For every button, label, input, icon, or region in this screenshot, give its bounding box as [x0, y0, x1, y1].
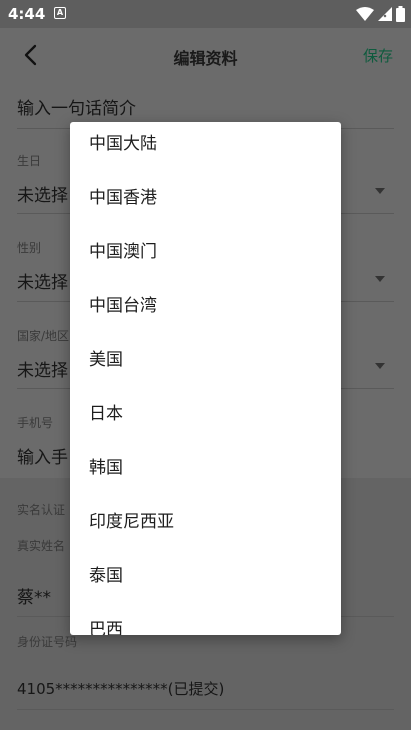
battery-icon — [396, 6, 405, 22]
system-icons — [356, 5, 405, 23]
real-name-value: 蔡** — [17, 588, 51, 608]
region-option[interactable]: 泰国 — [70, 549, 341, 603]
region-option[interactable]: 美国 — [70, 333, 341, 387]
status-time: 4:44 — [8, 5, 46, 23]
phone-input[interactable]: 输入手 — [17, 443, 68, 468]
region-picker-dialog[interactable]: 中国大陆 中国香港 中国澳门 中国台湾 美国 日本 韩国 印度尼西亚 泰国 巴西 — [70, 122, 341, 635]
id-number-value: 4105***************(已提交) — [17, 680, 225, 698]
chevron-down-icon — [375, 188, 385, 194]
chevron-down-icon — [375, 363, 385, 369]
wifi-icon — [356, 7, 374, 21]
region-option-list[interactable]: 中国大陆 中国香港 中国澳门 中国台湾 美国 日本 韩国 印度尼西亚 泰国 巴西 — [70, 122, 341, 635]
signal-icon — [378, 7, 392, 21]
gender-select[interactable]: 未选择 — [17, 268, 68, 293]
page-title: 编辑资料 — [173, 49, 238, 68]
region-option[interactable]: 中国香港 — [70, 171, 341, 225]
app-bar: 编辑资料 保存 — [0, 28, 411, 82]
id-number-label: 身份证号码 — [17, 635, 78, 649]
save-button[interactable]: 保存 — [363, 45, 393, 66]
gender-label: 性别 — [17, 241, 42, 255]
region-option[interactable]: 中国大陆 — [70, 122, 341, 171]
real-name-label: 真实姓名 — [17, 539, 66, 553]
region-option[interactable]: 中国台湾 — [70, 279, 341, 333]
birthday-select[interactable]: 未选择 — [17, 181, 68, 206]
chevron-down-icon — [375, 276, 385, 282]
region-option[interactable]: 印度尼西亚 — [70, 495, 341, 549]
bio-input[interactable]: 输入一句话简介 — [17, 94, 136, 119]
notification-icon: A — [54, 7, 66, 19]
region-select[interactable]: 未选择 — [17, 356, 68, 381]
region-option[interactable]: 巴西 — [70, 603, 341, 635]
phone-label: 手机号 — [17, 416, 54, 430]
status-bar: 4:44 A — [0, 0, 411, 28]
birthday-label: 生日 — [17, 154, 42, 168]
region-option[interactable]: 韩国 — [70, 441, 341, 495]
divider — [17, 709, 394, 710]
verify-section-label: 实名认证 — [17, 503, 66, 517]
region-label: 国家/地区 — [17, 329, 70, 343]
region-option[interactable]: 中国澳门 — [70, 225, 341, 279]
region-option[interactable]: 日本 — [70, 387, 341, 441]
